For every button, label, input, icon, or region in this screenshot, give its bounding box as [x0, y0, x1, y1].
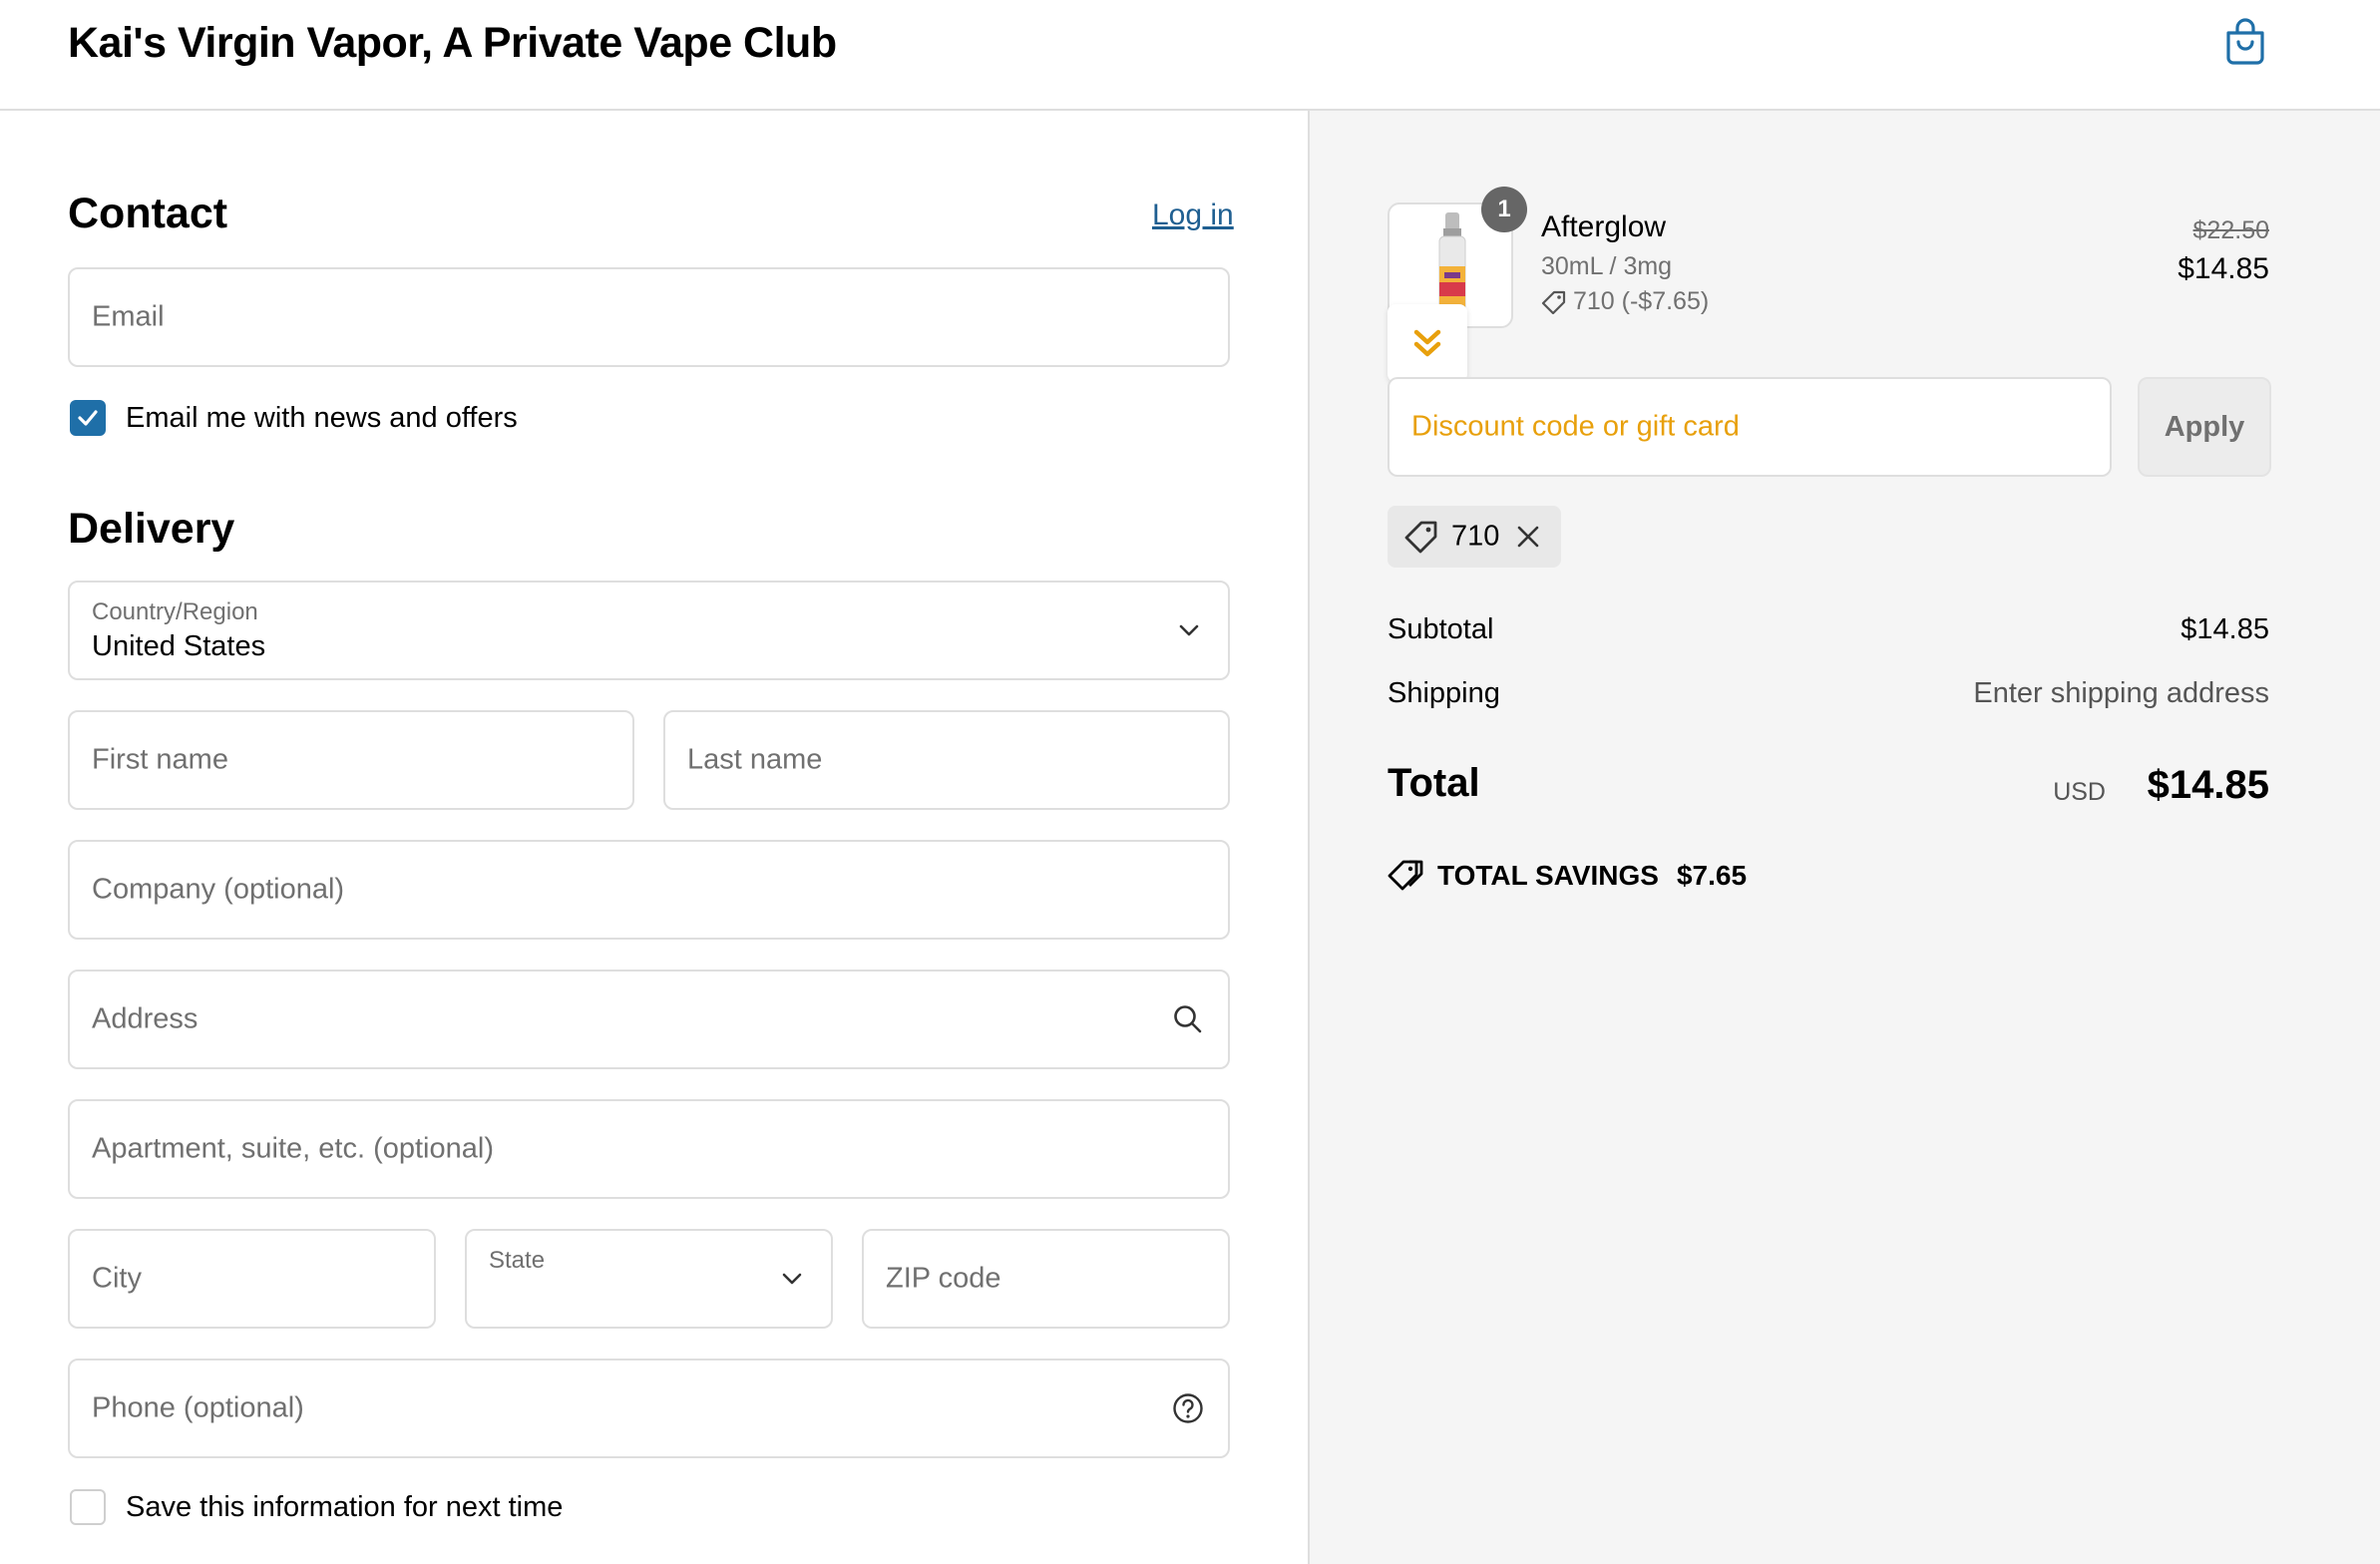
total-currency: USD — [2053, 778, 2106, 806]
company-placeholder: Company (optional) — [92, 873, 345, 906]
product-name: Afterglow — [1541, 210, 1667, 243]
city-placeholder: City — [92, 1262, 142, 1295]
first-name-field[interactable]: First name — [68, 710, 634, 810]
save-info-checkbox[interactable] — [70, 1489, 106, 1525]
save-info-label: Save this information for next time — [126, 1491, 564, 1523]
country-value: United States — [92, 630, 266, 662]
total-label: Total — [1388, 761, 1480, 805]
help-circle-icon[interactable] — [1172, 1392, 1204, 1424]
quantity-badge: 1 — [1481, 187, 1527, 232]
store-title: Kai's Virgin Vapor, A Private Vape Club — [68, 19, 837, 67]
shopping-bag-icon[interactable] — [2222, 18, 2268, 66]
chevron-down-icon — [1179, 624, 1199, 636]
login-link[interactable]: Log in — [1152, 198, 1234, 232]
address-field[interactable]: Address — [68, 970, 1230, 1069]
total-value: $14.85 — [2147, 763, 2269, 807]
delivery-title: Delivery — [68, 505, 235, 553]
double-chevron-down-icon — [1413, 329, 1441, 357]
apply-button[interactable]: Apply — [2138, 377, 2271, 477]
product-price: $14.85 — [2178, 252, 2269, 285]
newsletter-label: Email me with news and offers — [126, 402, 518, 434]
last-name-field[interactable]: Last name — [663, 710, 1230, 810]
close-icon[interactable] — [1515, 524, 1541, 550]
phone-placeholder: Phone (optional) — [92, 1391, 304, 1424]
coupon-extension-widget[interactable] — [1388, 304, 1467, 382]
shipping-value: Enter shipping address — [1973, 677, 2269, 709]
search-icon[interactable] — [1172, 1003, 1204, 1035]
zip-placeholder: ZIP code — [886, 1262, 1001, 1295]
discount-code-input[interactable]: Discount code or gift card — [1388, 377, 2112, 477]
tag-icon — [1541, 290, 1566, 315]
savings-value: $7.65 — [1676, 860, 1748, 891]
apartment-placeholder: Apartment, suite, etc. (optional) — [92, 1132, 494, 1165]
address-placeholder: Address — [92, 1002, 198, 1035]
country-select[interactable]: Country/Region United States — [68, 581, 1230, 680]
shipping-label: Shipping — [1388, 677, 1500, 709]
first-name-placeholder: First name — [92, 743, 228, 776]
savings-tag-icon — [1388, 860, 1423, 891]
header: Kai's Virgin Vapor, A Private Vape Club — [0, 0, 2380, 111]
order-summary: 1 Afterglow 30mL / 3mg 710 (-$7.65) $22.… — [1308, 111, 2380, 1564]
email-field[interactable]: Email — [68, 267, 1230, 367]
subtotal-label: Subtotal — [1388, 613, 1494, 645]
apartment-field[interactable]: Apartment, suite, etc. (optional) — [68, 1099, 1230, 1199]
chevron-down-icon — [782, 1273, 802, 1285]
product-discount-text: 710 (-$7.65) — [1573, 287, 1710, 315]
tag-icon — [1404, 521, 1437, 554]
checkout-form: Contact Log in Email Email me with news … — [0, 111, 1308, 1564]
applied-discount-chip: 710 — [1388, 506, 1561, 568]
last-name-placeholder: Last name — [687, 743, 823, 776]
total-savings: TOTAL SAVINGS $7.65 — [1388, 859, 1747, 892]
city-field[interactable]: City — [68, 1229, 436, 1329]
savings-label: TOTAL SAVINGS — [1437, 860, 1659, 891]
country-label: Country/Region — [92, 598, 258, 625]
state-select[interactable]: State — [465, 1229, 833, 1329]
checkmark-icon — [78, 410, 98, 426]
contact-title: Contact — [68, 190, 228, 237]
applied-code: 710 — [1451, 520, 1500, 553]
phone-field[interactable]: Phone (optional) — [68, 1359, 1230, 1458]
newsletter-checkbox[interactable] — [70, 400, 106, 436]
original-price: $22.50 — [2192, 216, 2269, 244]
subtotal-value: $14.85 — [2181, 613, 2269, 645]
company-field[interactable]: Company (optional) — [68, 840, 1230, 940]
zip-field[interactable]: ZIP code — [862, 1229, 1230, 1329]
email-placeholder: Email — [92, 300, 165, 333]
discount-code-placeholder: Discount code or gift card — [1411, 410, 1740, 443]
state-label: State — [489, 1247, 546, 1274]
product-discount: 710 (-$7.65) — [1541, 287, 1709, 316]
product-variant: 30mL / 3mg — [1541, 252, 1673, 280]
